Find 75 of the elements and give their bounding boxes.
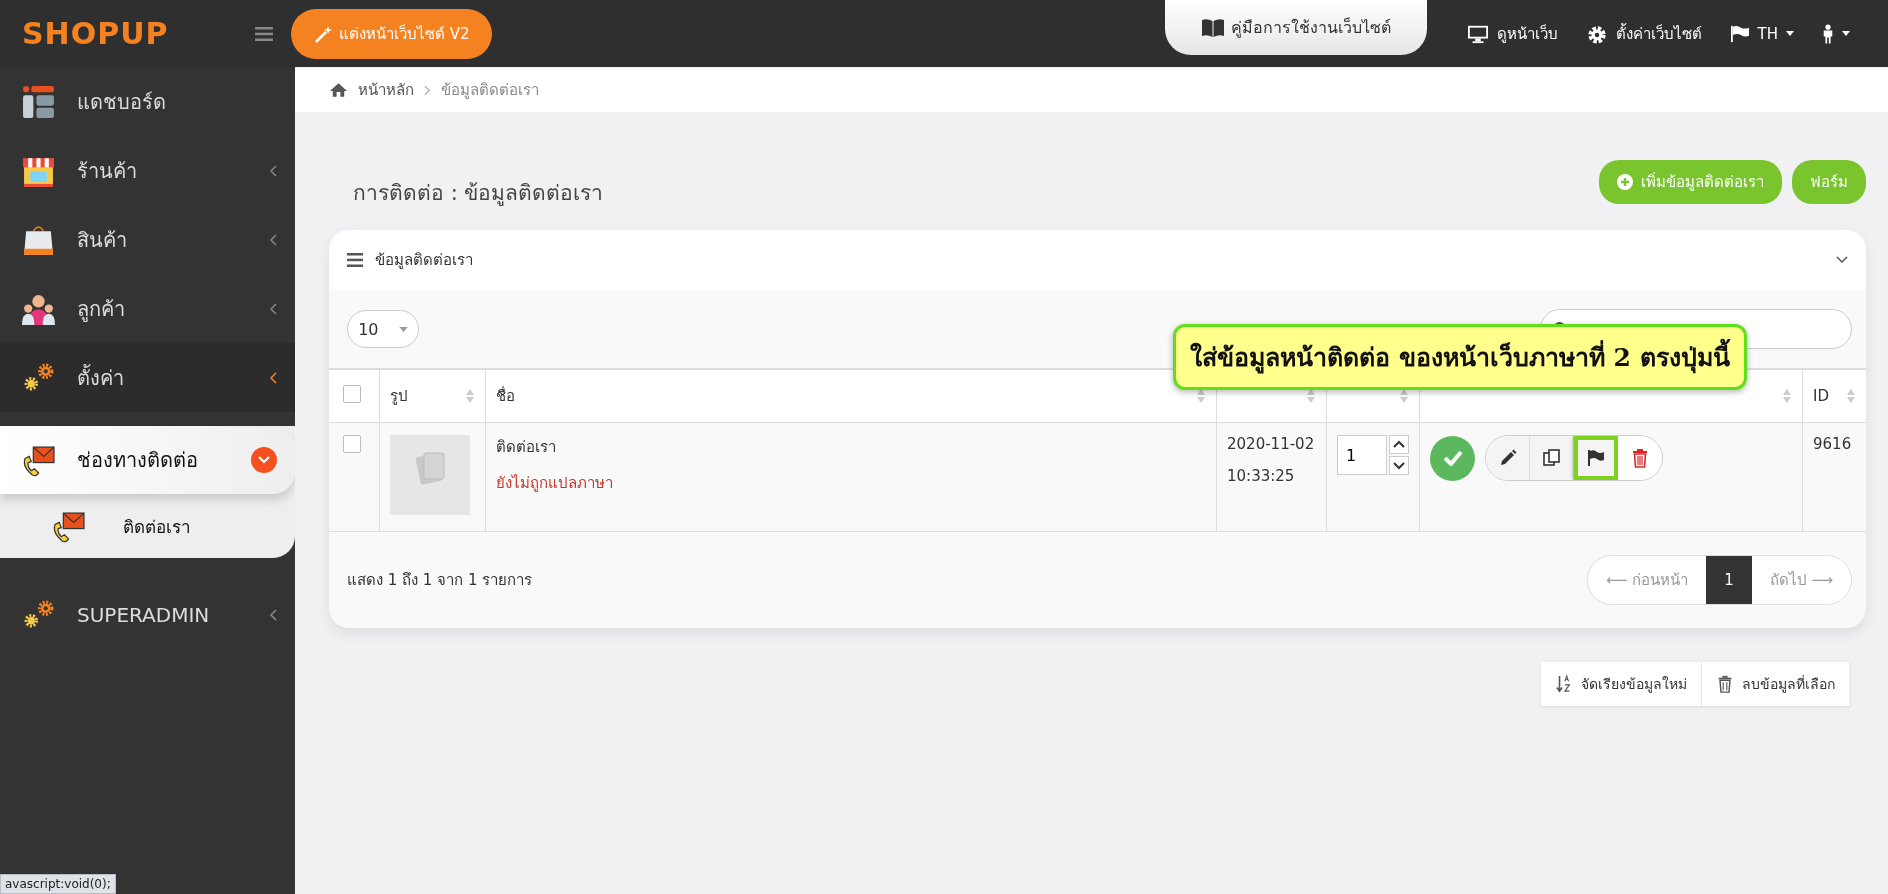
sort-icon[interactable]: [1846, 388, 1856, 404]
check-icon: [1442, 450, 1463, 466]
sidebar-item[interactable]: ช่องทางติดต่อ: [0, 426, 295, 494]
people-icon: [22, 292, 55, 325]
sort-icon[interactable]: [1306, 388, 1316, 404]
sidebar-item[interactable]: ลูกค้า: [0, 274, 295, 343]
reorder-button[interactable]: จัดเรียงข้อมูลใหม่: [1541, 662, 1702, 706]
sort-icon[interactable]: [465, 388, 475, 404]
monitor-icon: [1466, 23, 1489, 44]
delete-selected-button[interactable]: ลบข้อมูลที่เลือก: [1702, 662, 1850, 706]
manual-tab[interactable]: คู่มือการใช้งานเว็บไซต์: [1164, 0, 1427, 55]
list-icon: [347, 253, 363, 267]
copy-icon: [1541, 448, 1562, 468]
phone-mail-icon: [52, 509, 85, 543]
menu-icon[interactable]: [255, 26, 273, 41]
trash-icon: [1716, 675, 1734, 693]
date-text: 2020-11-02: [1227, 435, 1316, 453]
spin-down-button[interactable]: [1389, 456, 1409, 475]
sort-icon[interactable]: [1782, 388, 1792, 404]
expand-toggle-icon[interactable]: [251, 447, 277, 473]
phone-mail-icon: [22, 443, 55, 477]
translation-status: ยังไม่ถูกแปลภาษา: [496, 473, 614, 494]
sort-icon[interactable]: [1196, 388, 1206, 404]
person-icon: [1822, 23, 1834, 44]
chevron-icon: [424, 84, 431, 96]
table-info: แสดง 1 ถึง 1 จาก 1 รายการ: [347, 570, 533, 591]
sort-icon[interactable]: [1399, 388, 1409, 404]
card-title: ข้อมูลติดต่อเรา: [375, 250, 474, 271]
sidebar-item[interactable]: สินค้า: [0, 205, 295, 274]
caret-icon: [1842, 31, 1850, 36]
id-cell: 9616: [1813, 435, 1852, 453]
chevron-icon: [258, 456, 270, 464]
plus-circle-icon: [1617, 174, 1633, 190]
breadcrumb-current: ข้อมูลติดต่อเรา: [441, 80, 539, 101]
sidebar-subitem[interactable]: ติดต่อเรา: [22, 494, 295, 558]
sort-alpha-icon: [1555, 675, 1573, 693]
select-all-checkbox[interactable]: [343, 385, 361, 403]
sidebar-item[interactable]: ตั้งค่า: [0, 343, 295, 412]
spin-up-button[interactable]: [1389, 435, 1409, 454]
trash-icon: [1630, 448, 1650, 468]
sidebar-item[interactable]: แดชบอร์ด: [0, 67, 295, 136]
dashboard-icon: [22, 85, 55, 118]
top-link[interactable]: ตั้งค่าเว็บไซต์: [1571, 21, 1716, 46]
edit-button[interactable]: [1486, 436, 1530, 480]
book-icon: [1200, 17, 1225, 38]
page-link[interactable]: 1: [1706, 556, 1752, 604]
language-menu[interactable]: TH: [1715, 24, 1808, 43]
contact-name: ติดต่อเรา: [496, 437, 557, 458]
status-toggle[interactable]: [1430, 435, 1475, 481]
sidebar-item[interactable]: SUPERADMIN: [0, 580, 295, 649]
page-title: การติดต่อ : ข้อมูลติดต่อเรา: [353, 179, 605, 208]
translate-button[interactable]: [1574, 436, 1618, 480]
chevron-icon[interactable]: [1836, 256, 1848, 264]
column-header[interactable]: รูป: [390, 384, 408, 408]
column-header[interactable]: ชื่อ: [496, 384, 515, 408]
logo-text: SHOPUP: [21, 16, 170, 51]
shopping-bag-icon: [22, 223, 55, 256]
sidebar-item[interactable]: ร้านค้า: [0, 136, 295, 205]
chevron-icon: [1393, 440, 1405, 449]
page-size-select[interactable]: 10: [347, 310, 419, 348]
caret-icon: [1786, 31, 1794, 36]
copy-button[interactable]: [1530, 436, 1574, 480]
top-link[interactable]: ดูหน้าเว็บ: [1452, 21, 1572, 46]
flag-icon: [1585, 448, 1606, 468]
breadcrumb-link[interactable]: หน้าหลัก: [358, 78, 414, 102]
annotation-callout: ใส่ข้อมูลหน้าติดต่อ ของหน้าเว็บภาษาที่ 2 ตรงปุ่มนี้: [1173, 324, 1747, 390]
column-header[interactable]: ID: [1813, 387, 1829, 405]
home-icon: [329, 82, 348, 98]
time-text: 10:33:25: [1227, 467, 1296, 485]
caret-icon: [398, 326, 408, 332]
row-checkbox[interactable]: [343, 435, 361, 453]
chevron-icon: [1393, 461, 1405, 470]
order-input[interactable]: 1: [1337, 435, 1387, 475]
browser-status-bar: avascript:void(0);: [0, 874, 116, 894]
flag-icon: [1729, 24, 1750, 43]
